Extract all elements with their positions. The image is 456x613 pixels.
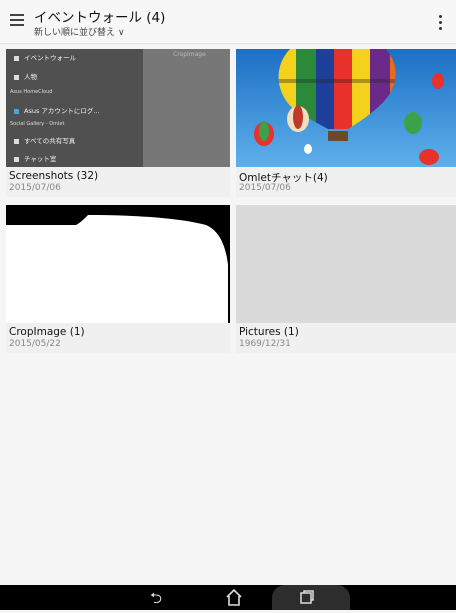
crop-image-photo xyxy=(6,205,230,323)
album-thumbnail-omlet[interactable] xyxy=(236,49,456,167)
album-date: 2015/05/22 xyxy=(9,339,61,349)
sort-label: 新しい順に並び替え xyxy=(34,28,116,38)
album-name: CropImage (1) xyxy=(9,326,85,338)
chevron-down-icon: ∨ xyxy=(118,28,125,38)
album-date: 2015/07/06 xyxy=(9,183,61,193)
sort-dropdown[interactable]: 新しい順に並び替え ∨ xyxy=(34,25,125,38)
recents-icon[interactable] xyxy=(300,590,314,604)
album-caption[interactable]: CropImage (1) 2015/05/22 xyxy=(6,323,230,353)
drawer-preview-image: イベントウォール 人物 Asus HomeCloud Asus アカウントにログ… xyxy=(6,49,143,167)
app-bar: イベントウォール (4) 新しい順に並び替え ∨ xyxy=(0,0,456,44)
album-date: 2015/07/06 xyxy=(239,183,291,193)
drawer-preview-background: CropImage xyxy=(143,49,230,167)
album-name: Pictures (1) xyxy=(239,326,299,338)
system-nav-bar: ⮌ xyxy=(0,585,456,610)
album-caption[interactable]: Omletチャット(4) 2015/07/06 xyxy=(236,167,456,197)
balloon-photo xyxy=(236,49,456,167)
album-thumbnail-cropimage[interactable] xyxy=(6,205,230,323)
album-caption[interactable]: Pictures (1) 1969/12/31 xyxy=(236,323,456,353)
hamburger-icon[interactable] xyxy=(10,14,24,26)
album-name: Screenshots (32) xyxy=(9,170,99,182)
album-date: 1969/12/31 xyxy=(239,339,291,349)
album-thumbnail-pictures[interactable] xyxy=(236,205,456,323)
page-title: イベントウォール (4) xyxy=(34,10,166,26)
home-icon[interactable] xyxy=(224,588,244,607)
more-vert-icon[interactable] xyxy=(439,15,443,31)
back-icon[interactable]: ⮌ xyxy=(150,588,162,613)
album-caption[interactable]: Screenshots (32) 2015/07/06 xyxy=(6,167,230,197)
album-thumbnail-screenshots[interactable]: イベントウォール 人物 Asus HomeCloud Asus アカウントにログ… xyxy=(6,49,230,167)
